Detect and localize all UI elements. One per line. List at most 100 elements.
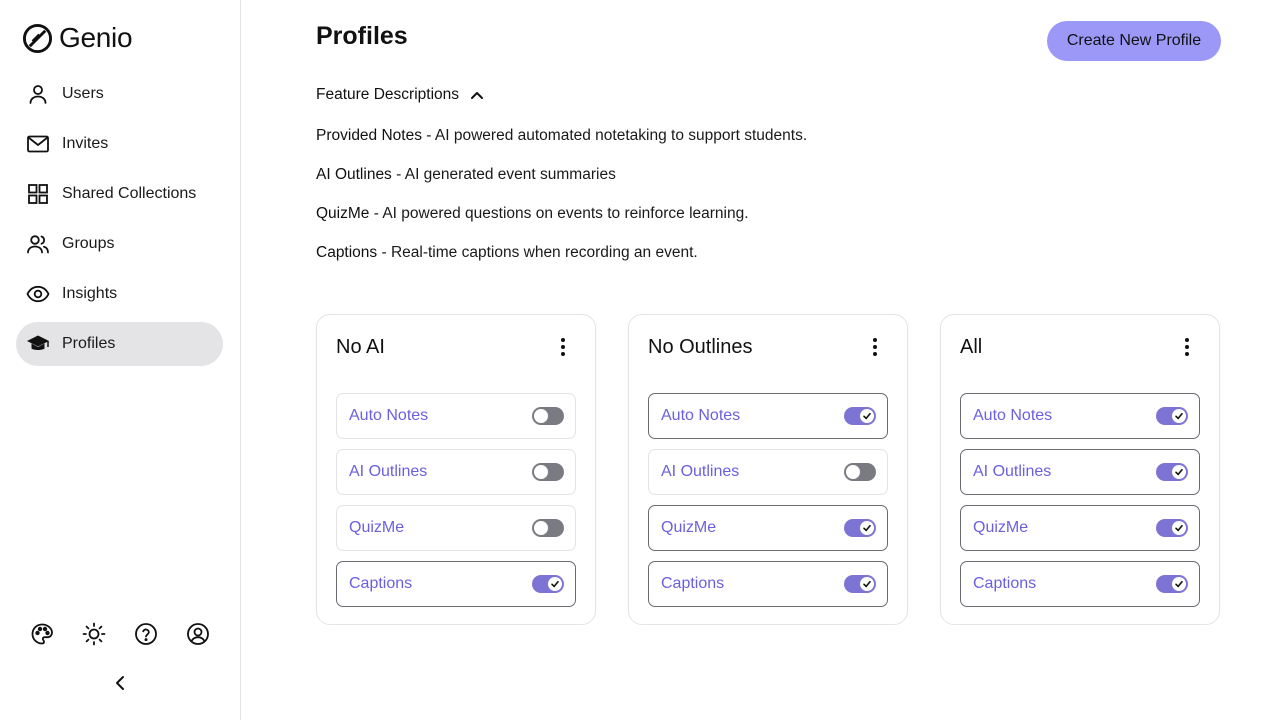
feature-row-quizme: QuizMe [336,505,576,551]
feature-toggle[interactable] [844,463,876,481]
feature-label: Captions [661,575,725,592]
profile-card-no-ai: No AI Auto Notes AI Outlines QuizMe Capt… [316,314,596,625]
grid-icon [26,182,50,206]
feature-toggle[interactable] [532,575,564,593]
feature-row-auto-notes: Auto Notes [648,393,888,439]
sidebar-item-shared-collections[interactable]: Shared Collections [16,172,223,216]
feature-toggle[interactable] [844,519,876,537]
sidebar-nav: Users Invites Shared Collections Groups … [16,72,223,372]
feature-row-captions: Captions [960,561,1200,607]
check-icon [1175,581,1183,588]
user-icon [26,82,50,106]
eye-icon [26,282,50,306]
feature-toggle[interactable] [1156,575,1188,593]
feature-label: QuizMe [973,519,1029,536]
feature-toggle[interactable] [1156,407,1188,425]
feature-row-ai-outlines: AI Outlines [960,449,1200,495]
users-icon [26,232,50,256]
feature-toggle[interactable] [532,463,564,481]
kebab-dot [873,345,877,349]
feature-label: AI Outlines [661,463,740,480]
sidebar-item-invites[interactable]: Invites [16,122,223,166]
page-title: Profiles [316,22,408,50]
check-icon [863,525,871,532]
kebab-dot [561,338,565,342]
feature-row-ai-outlines: AI Outlines [336,449,576,495]
check-icon [551,581,559,588]
sun-icon[interactable] [82,622,106,646]
feature-descriptions-toggle[interactable]: Feature Descriptions [316,86,485,104]
toggle-knob-checked [1172,409,1186,423]
sidebar-item-insights[interactable]: Insights [16,272,223,316]
feature-description-text: - AI powered questions on events to rein… [369,205,749,222]
toggle-knob-checked [860,409,874,423]
sidebar-item-label: Insights [62,285,118,302]
feature-toggle[interactable] [532,519,564,537]
sidebar-item-groups[interactable]: Groups [16,222,223,266]
more-options-icon[interactable] [1179,336,1195,358]
sidebar-item-label: Shared Collections [62,185,197,202]
feature-label: QuizMe [661,519,717,536]
toggle-knob-checked [1172,521,1186,535]
feature-toggle[interactable] [844,575,876,593]
feature-row-auto-notes: Auto Notes [960,393,1200,439]
account-icon[interactable] [186,622,210,646]
feature-description-text: - AI powered automated notetaking to sup… [421,127,808,144]
feature-label: Captions [973,575,1037,592]
app-logo[interactable]: Genio [22,22,133,54]
more-options-icon[interactable] [867,336,883,358]
graduation-cap-icon [26,332,50,356]
genio-logo-icon [22,23,53,53]
kebab-dot [561,345,565,349]
help-icon[interactable] [134,622,158,646]
profile-card-title: No AI [336,336,385,358]
toggle-knob-checked [860,577,874,591]
toggle-knob-checked [548,577,562,591]
create-new-profile-button[interactable]: Create New Profile [1047,21,1221,61]
sidebar-item-users[interactable]: Users [16,72,223,116]
toggle-knob-checked [860,521,874,535]
toggle-knob [534,465,548,479]
profile-card-title: No Outlines [648,336,753,358]
kebab-dot [873,338,877,342]
toggle-knob-checked [1172,577,1186,591]
sidebar-item-label: Users [62,85,104,102]
feature-toggle[interactable] [1156,463,1188,481]
sidebar-item-label: Invites [62,135,109,152]
profile-card-no-outlines: No Outlines Auto Notes AI Outlines QuizM… [628,314,908,625]
check-icon [863,413,871,420]
check-icon [863,581,871,588]
feature-toggle[interactable] [1156,519,1188,537]
kebab-dot [1185,345,1189,349]
feature-row-captions: Captions [336,561,576,607]
feature-description-name: Captions [316,244,378,261]
feature-description: Captions - Real-time captions when recor… [316,244,698,262]
sidebar-item-profiles[interactable]: Profiles [16,322,223,366]
toggle-knob [846,465,860,479]
feature-descriptions-heading: Feature Descriptions [316,86,460,103]
palette-icon[interactable] [30,622,54,646]
more-options-icon[interactable] [555,336,571,358]
toggle-knob-checked [1172,465,1186,479]
feature-label: Auto Notes [661,407,741,424]
check-icon [1175,469,1183,476]
sidebar: Genio Users Invites Shared Collections G… [0,0,241,720]
kebab-dot [1185,352,1189,356]
feature-description-name: QuizMe [316,205,370,222]
feature-label: Captions [349,575,413,592]
kebab-dot [561,352,565,356]
feature-row-captions: Captions [648,561,888,607]
check-icon [1175,525,1183,532]
feature-description: QuizMe - AI powered questions on events … [316,205,749,223]
feature-description: Provided Notes - AI powered automated no… [316,127,807,145]
feature-description-text: - Real-time captions when recording an e… [377,244,698,261]
sidebar-item-label: Profiles [62,335,116,352]
feature-description-name: Provided Notes [316,127,422,144]
collapse-sidebar-button[interactable] [110,672,130,694]
chevron-left-icon [116,676,124,690]
feature-toggle[interactable] [532,407,564,425]
feature-toggle[interactable] [844,407,876,425]
feature-row-quizme: QuizMe [648,505,888,551]
feature-label: AI Outlines [349,463,428,480]
main-content: Profiles Create New Profile Feature Desc… [241,0,1282,720]
